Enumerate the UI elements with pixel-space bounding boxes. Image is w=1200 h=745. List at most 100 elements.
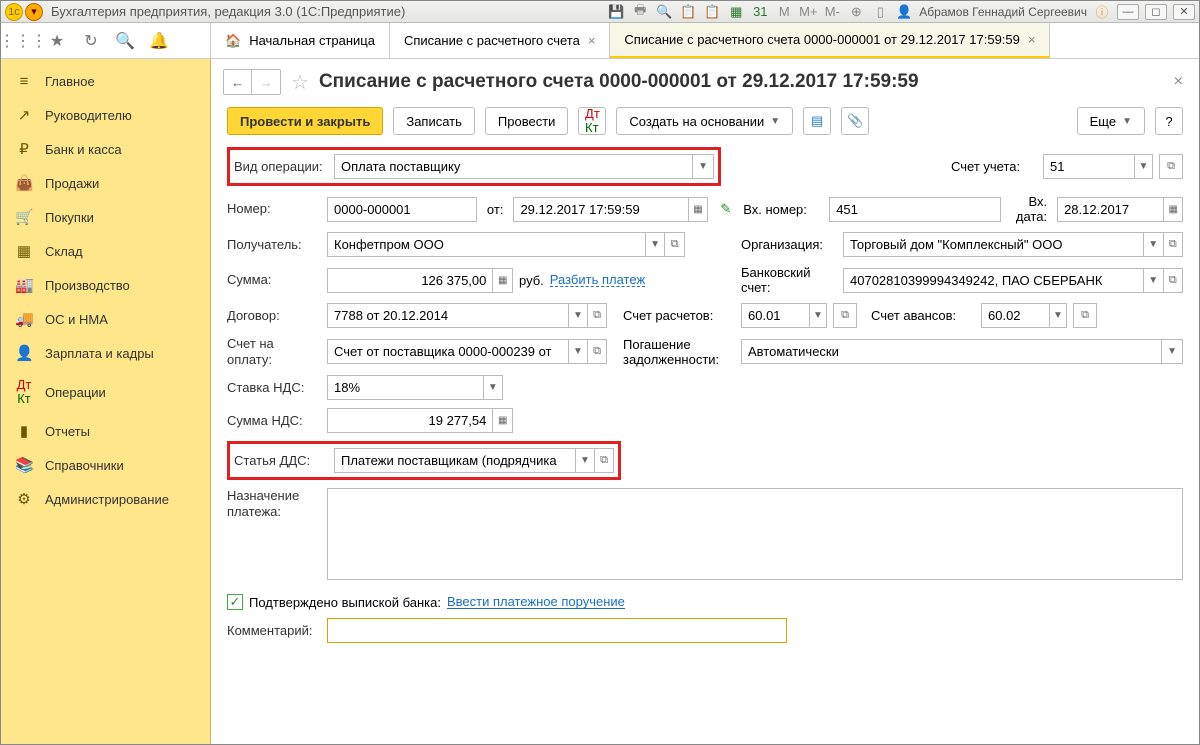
op-type-input[interactable]	[335, 155, 692, 178]
org-select[interactable]: ▼⧉	[843, 232, 1183, 257]
dtkt-button[interactable]: ДтКт	[578, 107, 606, 135]
advance-select[interactable]: ▼	[981, 303, 1067, 328]
calendar-icon[interactable]: ▦	[1163, 198, 1182, 221]
sidebar-item-assets[interactable]: 🚚ОС и НМА	[1, 302, 210, 336]
favorite-icon[interactable]: ☆	[291, 70, 309, 95]
chevron-down-icon[interactable]: ▼	[1161, 340, 1182, 363]
open-icon[interactable]: ⧉	[1074, 304, 1096, 327]
attach-button[interactable]: 📎	[841, 107, 869, 135]
close-icon[interactable]: ×	[1028, 32, 1036, 47]
invoice-select[interactable]: ▼⧉	[327, 339, 607, 364]
recipient-select[interactable]: ▼⧉	[327, 232, 685, 257]
book-icon[interactable]: ▯	[871, 3, 889, 21]
print-icon[interactable]: 🖶	[631, 3, 649, 21]
settle-open[interactable]: ⧉	[833, 303, 857, 328]
open-icon[interactable]: ⧉	[587, 304, 606, 327]
sidebar-item-salary[interactable]: 👤Зарплата и кадры	[1, 336, 210, 370]
number-input[interactable]	[327, 197, 477, 222]
print-preview-icon[interactable]: 🔍	[655, 3, 673, 21]
chevron-down-icon[interactable]: ▼	[809, 304, 826, 327]
open-icon[interactable]: ⧉	[1163, 269, 1182, 292]
sidebar-item-sales[interactable]: 👜Продажи	[1, 166, 210, 200]
comment-input[interactable]	[327, 618, 787, 643]
m-icon[interactable]: М	[775, 3, 793, 21]
bank-select[interactable]: ▼⧉	[843, 268, 1183, 293]
copy-icon[interactable]: 📋	[679, 3, 697, 21]
copy2-icon[interactable]: 📋	[703, 3, 721, 21]
calc-icon[interactable]: ▦	[492, 269, 512, 292]
close-icon[interactable]: ×	[588, 33, 596, 48]
chevron-down-icon[interactable]: ▼	[1134, 155, 1152, 178]
post-button[interactable]: Провести	[485, 107, 569, 135]
calendar-icon[interactable]: ▦	[688, 198, 708, 221]
purpose-textarea[interactable]	[327, 488, 1183, 580]
contract-select[interactable]: ▼⧉	[327, 303, 607, 328]
tab-home[interactable]: 🏠 Начальная страница	[211, 23, 390, 58]
vat-sum-input[interactable]: ▦	[327, 408, 513, 433]
edit-icon[interactable]: ✎	[720, 201, 731, 217]
tab-document-2[interactable]: Списание с расчетного счета 0000-000001 …	[610, 23, 1050, 58]
tab-document-1[interactable]: Списание с расчетного счета ×	[390, 23, 610, 58]
chevron-down-icon[interactable]: ▼	[1049, 304, 1066, 327]
chevron-down-icon[interactable]: ▼	[1143, 269, 1162, 292]
enter-payment-order-link[interactable]: Ввести платежное поручение	[447, 595, 625, 609]
dds-select[interactable]: ▼⧉	[334, 448, 614, 473]
sidebar-item-purchase[interactable]: 🛒Покупки	[1, 200, 210, 234]
debt-select[interactable]: ▼	[741, 339, 1183, 364]
more-button[interactable]: Еще▼	[1077, 107, 1145, 135]
open-icon[interactable]: ⧉	[834, 304, 856, 327]
bell-icon[interactable]: 🔔	[149, 31, 169, 51]
close-button[interactable]: ✕	[1173, 4, 1195, 20]
sum-input[interactable]: ▦	[327, 268, 513, 293]
apps-icon[interactable]: ⋮⋮⋮	[13, 31, 33, 51]
dropdown-icon[interactable]: ▾	[25, 3, 43, 21]
save-icon[interactable]: 💾	[607, 3, 625, 21]
open-icon[interactable]: ⧉	[664, 233, 684, 256]
chevron-down-icon[interactable]: ▼	[692, 155, 713, 178]
split-payment-link[interactable]: Разбить платеж	[550, 273, 645, 287]
calc-icon[interactable]: ▦	[727, 3, 745, 21]
open-icon[interactable]: ⧉	[587, 340, 606, 363]
advance-open[interactable]: ⧉	[1073, 303, 1097, 328]
account-open[interactable]: ⧉	[1159, 154, 1183, 179]
confirmed-checkbox[interactable]: ✓	[227, 594, 243, 610]
vat-rate-select[interactable]: ▼	[327, 375, 503, 400]
chevron-down-icon[interactable]: ▼	[483, 376, 502, 399]
post-and-close-button[interactable]: Провести и закрыть	[227, 107, 383, 135]
star-icon[interactable]: ★	[47, 31, 67, 51]
history-icon[interactable]: ↻	[81, 31, 101, 51]
back-button[interactable]: ←	[224, 70, 252, 94]
chevron-down-icon[interactable]: ▼	[568, 340, 587, 363]
sidebar-item-admin[interactable]: ⚙Администрирование	[1, 482, 210, 516]
sidebar-item-manager[interactable]: ↗Руководителю	[1, 98, 210, 132]
sidebar-item-operations[interactable]: ДтКтОперации	[1, 370, 210, 414]
sidebar-item-catalogs[interactable]: 📚Справочники	[1, 448, 210, 482]
sidebar-item-production[interactable]: 🏭Производство	[1, 268, 210, 302]
forward-button[interactable]: →	[252, 70, 280, 94]
minimize-button[interactable]: —	[1117, 4, 1139, 20]
page-close-icon[interactable]: ×	[1174, 73, 1183, 91]
account-select[interactable]: ▼	[1043, 154, 1153, 179]
calendar-icon[interactable]: 31	[751, 3, 769, 21]
ext-num-input[interactable]	[829, 197, 1001, 222]
maximize-button[interactable]: ◻	[1145, 4, 1167, 20]
chevron-down-icon[interactable]: ▼	[575, 449, 594, 472]
ext-date-input[interactable]: ▦	[1057, 197, 1183, 222]
sidebar-item-main[interactable]: ≡Главное	[1, 65, 210, 98]
sidebar-item-reports[interactable]: ▮Отчеты	[1, 414, 210, 448]
open-icon[interactable]: ⧉	[1160, 155, 1182, 178]
mplus-icon[interactable]: М+	[799, 3, 817, 21]
search-icon[interactable]: 🔍	[115, 31, 135, 51]
sidebar-item-stock[interactable]: ▦Склад	[1, 234, 210, 268]
chevron-down-icon[interactable]: ▼	[1143, 233, 1162, 256]
zoom-icon[interactable]: ⊕	[847, 3, 865, 21]
settle-select[interactable]: ▼	[741, 303, 827, 328]
chevron-down-icon[interactable]: ▼	[568, 304, 587, 327]
sidebar-item-bank[interactable]: ₽Банк и касса	[1, 132, 210, 166]
mminus-icon[interactable]: М-	[823, 3, 841, 21]
open-icon[interactable]: ⧉	[594, 449, 613, 472]
op-type-select[interactable]: ▼	[334, 154, 714, 179]
create-from-button[interactable]: Создать на основании▼	[616, 107, 793, 135]
info-icon[interactable]: ⓘ	[1093, 3, 1111, 21]
chevron-down-icon[interactable]: ▼	[645, 233, 665, 256]
